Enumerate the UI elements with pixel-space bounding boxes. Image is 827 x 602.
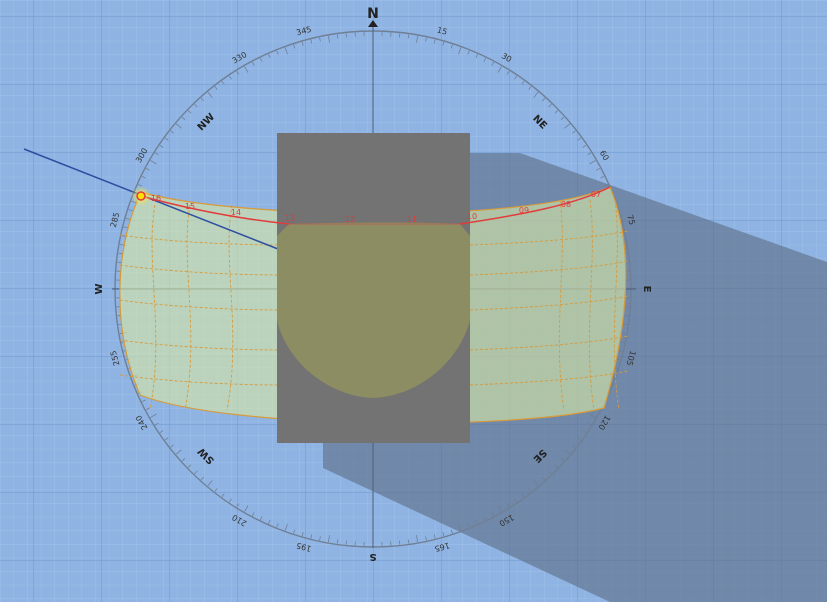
sun-hour-label: 12 (345, 215, 355, 224)
compass-tick (336, 539, 339, 544)
label-west: W (94, 283, 105, 294)
sun-hour-label: 07 (591, 190, 601, 199)
sun-marker[interactable] (136, 191, 146, 201)
sun-hour-label: 10 (467, 212, 477, 221)
compass-tick (407, 34, 410, 39)
compass-tick (336, 34, 339, 39)
label-south: S (369, 551, 376, 562)
compass-tick (623, 323, 628, 326)
label-east: E (641, 286, 652, 293)
sun-hour-label: 13 (285, 214, 295, 223)
sun-hour-label: 08 (561, 200, 571, 209)
sun-hour-label: 09 (519, 206, 529, 215)
sun-hour-label: 15 (185, 202, 195, 211)
sun-path-diagram-canvas[interactable]: 1530607510512015016519521024025528530033… (0, 0, 827, 602)
sun-hour-label: 11 (407, 215, 417, 224)
label-north: N (367, 6, 379, 22)
compass-tick (407, 539, 410, 544)
sun-hour-label: 16 (151, 194, 161, 203)
compass-tick (118, 252, 123, 255)
sun-hour-label: 14 (231, 208, 241, 217)
